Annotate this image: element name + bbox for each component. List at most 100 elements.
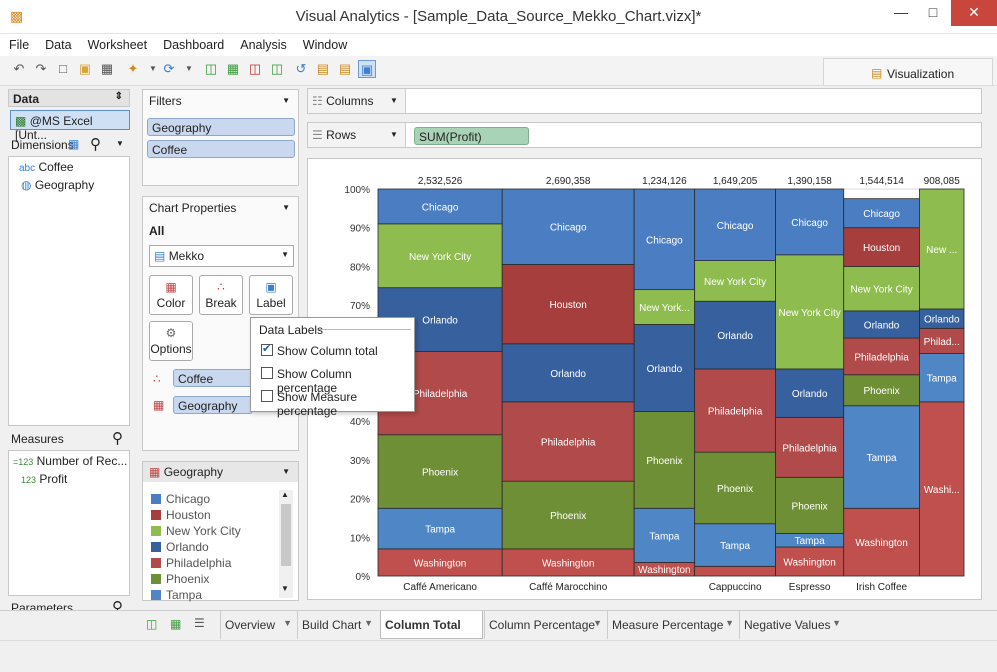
scroll-down-icon[interactable]: ▼ (281, 584, 289, 593)
chevron-down-icon[interactable]: ▼ (593, 618, 602, 628)
legend-item[interactable]: Chicago (151, 492, 210, 506)
filter-pill-coffee[interactable]: Coffee (147, 140, 295, 158)
segment-label: Philadelphia (541, 438, 596, 449)
break-field-pill-coffee[interactable]: Coffee (173, 369, 253, 387)
menu-window[interactable]: Window (294, 34, 354, 52)
chevron-down-icon[interactable]: ▼ (282, 96, 290, 105)
legend-item[interactable]: Houston (151, 508, 211, 522)
visualization-tab[interactable]: ▤ Visualization (823, 58, 993, 85)
sheet-tab[interactable]: Build Chart ▼ (297, 611, 377, 639)
chevron-down-icon[interactable]: ▼ (390, 96, 398, 105)
chevron-down-icon[interactable]: ▼ (390, 130, 398, 139)
show-column-percentage-checkbox[interactable] (261, 367, 273, 379)
rows-pill-sum-profit[interactable]: SUM(Profit) (414, 127, 529, 145)
chevron-down-icon[interactable]: ▼ (283, 618, 292, 628)
data-source-item[interactable]: ▩ @MS Excel [Unt... (10, 110, 130, 142)
close-button[interactable]: ✕ (951, 0, 997, 26)
column-total-label: 1,390,158 (787, 176, 832, 187)
sheet-tab[interactable]: Measure Percentage ▼ (607, 611, 738, 639)
chevron-down-icon[interactable]: ▼ (832, 618, 841, 628)
chart-type-select[interactable]: ▤ Mekko ▼ (149, 245, 294, 267)
new-file-icon[interactable]: □ (54, 60, 72, 78)
legend-item[interactable]: Philadelphia (151, 556, 231, 570)
segment-label: Orlando (422, 316, 458, 327)
legend-scrollbar[interactable]: ▲ ▼ (279, 490, 293, 598)
sort-descending-icon[interactable]: ▤ (336, 60, 354, 78)
search-icon[interactable]: ⚲ (90, 135, 101, 153)
segment-label: Phoenix (550, 511, 586, 522)
chevron-down-icon[interactable]: ▼ (282, 467, 290, 476)
legend-item[interactable]: New York City (151, 524, 241, 538)
swap-axes-icon[interactable]: ↺ (292, 60, 310, 78)
legend-item[interactable]: Orlando (151, 540, 209, 554)
undo-icon[interactable]: ↶ (10, 60, 28, 78)
open-folder-icon[interactable]: ▣ (76, 60, 94, 78)
show-measure-percentage-checkbox[interactable] (261, 390, 273, 402)
dimension-item-geography[interactable]: ◍ Geography (21, 178, 94, 192)
duplicate-sheet-icon[interactable]: ◫ (268, 60, 286, 78)
legend-item[interactable]: Phoenix (151, 572, 209, 586)
show-column-total-checkbox[interactable] (261, 342, 273, 356)
menu-worksheet[interactable]: Worksheet (79, 34, 155, 52)
rows-shelf[interactable]: ☰ Rows ▼ SUM(Profit) (307, 122, 982, 148)
chevron-down-icon[interactable]: ▼ (282, 203, 290, 212)
chevron-down-icon[interactable]: ▼ (116, 139, 124, 148)
menu-data[interactable]: Data (36, 34, 78, 52)
measure-item-number-of-records[interactable]: =123 Number of Rec... (13, 454, 127, 468)
dimension-item-coffee[interactable]: abc Coffee (19, 160, 74, 174)
magic-wand-icon[interactable]: ✦ (124, 60, 142, 78)
label-button[interactable]: ▣ Label (249, 275, 293, 315)
measure-item-profit[interactable]: 123 Profit (21, 472, 67, 486)
minimize-button[interactable]: — (884, 0, 918, 26)
clear-sheet-icon[interactable]: ◫ (246, 60, 264, 78)
gear-icon: ⚙ (165, 326, 177, 340)
add-worksheet-icon[interactable]: ◫ (146, 617, 157, 631)
menu-dashboard[interactable]: Dashboard (154, 34, 231, 52)
search-icon[interactable]: ⚲ (112, 429, 123, 447)
color-button[interactable]: ▦ Color (149, 275, 193, 315)
chevron-down-icon[interactable]: ▼ (180, 60, 198, 78)
list-sheets-icon[interactable]: ☰ (194, 616, 205, 630)
legend-scrollbar-thumb[interactable] (281, 504, 291, 566)
chevron-down-icon[interactable]: ▼ (364, 618, 373, 628)
legend-item[interactable]: Tampa (151, 588, 202, 602)
break-button[interactable]: ∴ Break (199, 275, 243, 315)
menu-analysis[interactable]: Analysis (231, 34, 294, 52)
save-icon[interactable]: ▦ (98, 60, 116, 78)
add-dashboard-icon[interactable]: ▦ (224, 60, 242, 78)
scroll-up-icon[interactable]: ▲ (281, 490, 289, 499)
data-labels-title: Data Labels (259, 323, 324, 337)
sheet-tab[interactable]: Column Total (380, 611, 483, 639)
measures-header: Measures ⚲ (11, 429, 123, 447)
data-labels-popup: Data Labels Show Column total Show Colum… (250, 317, 415, 418)
table-view-icon[interactable]: ▦ (68, 137, 79, 151)
segment-label: Tampa (425, 525, 455, 536)
show-column-total-option[interactable]: Show Column total (251, 342, 411, 360)
refresh-icon[interactable]: ⟳ (160, 60, 178, 78)
menu-file[interactable]: File (0, 34, 36, 52)
sheet-tab[interactable]: Overview ▼ (220, 611, 296, 639)
sheet-tab[interactable]: Negative Values ▼ (739, 611, 845, 639)
segment-label: Orlando (864, 320, 900, 331)
segment-label: Chicago (646, 235, 683, 246)
show-column-percentage-option[interactable]: Show Column percentage (251, 365, 411, 395)
y-tick-label: 80% (350, 262, 370, 273)
color-field-pill-geography[interactable]: Geography (173, 396, 253, 414)
columns-shelf[interactable]: ☷ Columns ▼ (307, 88, 982, 114)
add-worksheet-icon[interactable]: ◫ (202, 60, 220, 78)
column-total-label: 1,544,514 (859, 176, 904, 187)
segment-label: Tampa (927, 374, 957, 385)
sort-ascending-icon[interactable]: ▤ (314, 60, 332, 78)
redo-icon[interactable]: ↷ (32, 60, 50, 78)
segment-label: Philadelphia (782, 443, 837, 454)
maximize-button[interactable]: □ (916, 0, 950, 26)
show-measure-percentage-option[interactable]: Show Measure percentage (251, 388, 411, 418)
mekko-chart-icon: ▤ (154, 249, 166, 263)
sheet-tab[interactable]: Column Percentage ▼ (484, 611, 606, 639)
show-labels-icon[interactable]: ▣ (358, 60, 376, 78)
chevron-down-icon[interactable]: ▼ (725, 618, 734, 628)
sort-arrows-icon[interactable]: ⇕ (115, 91, 123, 102)
add-dashboard-icon[interactable]: ▦ (170, 617, 181, 631)
options-button[interactable]: ⚙ Options (149, 321, 193, 361)
filter-pill-geography[interactable]: Geography (147, 118, 295, 136)
